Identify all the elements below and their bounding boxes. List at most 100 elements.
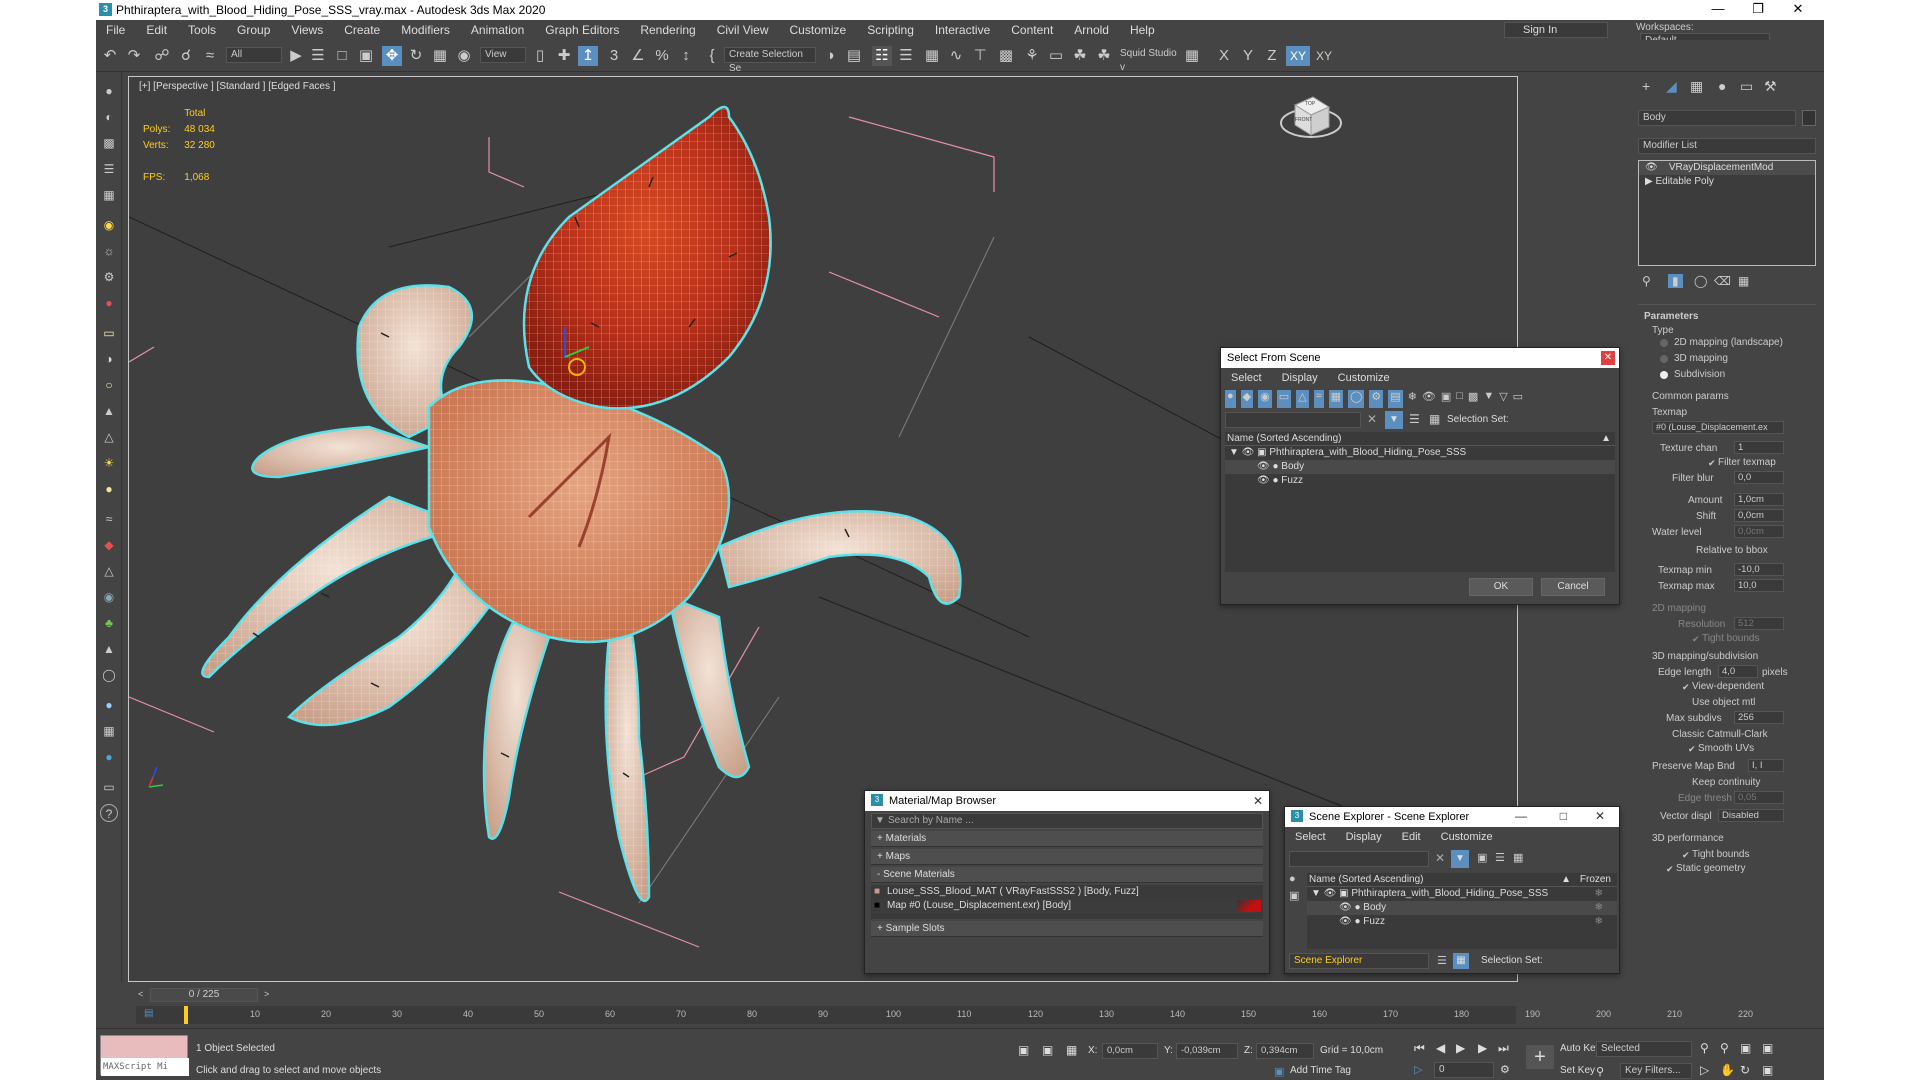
- display-all-icon[interactable]: ▣: [1441, 390, 1451, 408]
- mb-search-input[interactable]: ▼ Search by Name ...: [871, 813, 1263, 829]
- modify-tab-icon[interactable]: ◢: [1666, 78, 1677, 95]
- absolute-mode-icon[interactable]: ▦: [1066, 1043, 1077, 1057]
- menu-create[interactable]: Create: [334, 23, 391, 37]
- prev-frame-icon[interactable]: <: [138, 989, 143, 999]
- texmap-max-spinner[interactable]: 10,0: [1734, 579, 1784, 592]
- grid-icon[interactable]: ▦: [1182, 46, 1202, 66]
- menu-content[interactable]: Content: [1001, 23, 1064, 37]
- resolution-spinner[interactable]: 512: [1734, 617, 1784, 630]
- menu-tools[interactable]: Tools: [178, 23, 227, 37]
- shift-spinner[interactable]: 0,0cm: [1734, 509, 1784, 522]
- render-production-icon[interactable]: ☘: [1070, 46, 1090, 66]
- se-clear-icon[interactable]: ✕: [1435, 851, 1445, 865]
- squid-studio[interactable]: Squid Studio v: [1116, 47, 1178, 73]
- help-icon[interactable]: ?: [100, 804, 118, 822]
- mb-item-material[interactable]: ■ Louse_SSS_Blood_MAT ( VRayFastSSS2 ) [B…: [871, 885, 1263, 899]
- menu-edit[interactable]: Edit: [136, 23, 178, 37]
- window-crossing-icon[interactable]: ▣: [356, 46, 376, 66]
- keep-continuity-checkbox[interactable]: [1682, 779, 1690, 787]
- globe-icon[interactable]: ◉: [100, 588, 118, 606]
- maximize-icon[interactable]: ❐: [1738, 0, 1778, 18]
- se-name-field[interactable]: Scene Explorer: [1289, 953, 1429, 969]
- x-coord-field[interactable]: 0,0cm: [1102, 1043, 1158, 1059]
- maxscript-listener[interactable]: MAXScript Mi: [100, 1035, 189, 1076]
- key-mode-icon[interactable]: ▷: [1414, 1063, 1422, 1076]
- dome-icon[interactable]: ◑: [100, 350, 118, 368]
- group-filter-icon[interactable]: ▦: [1328, 390, 1344, 408]
- ref-coord-select[interactable]: View: [480, 47, 526, 63]
- link-icon[interactable]: ☍: [152, 46, 172, 66]
- lock-selection-icon[interactable]: ▣: [1042, 1043, 1053, 1057]
- proxy-icon[interactable]: ◆: [100, 536, 118, 554]
- display-tab-icon[interactable]: ▭: [1740, 78, 1753, 95]
- se-lock-icon[interactable]: ▣: [1477, 851, 1487, 864]
- curve-editor-icon[interactable]: ∿: [946, 46, 966, 66]
- se-layers-icon[interactable]: ☰: [1437, 954, 1447, 967]
- pin-stack-icon[interactable]: ⚲: [1642, 274, 1651, 288]
- filter-texmap-checkbox[interactable]: ✔: [1708, 459, 1716, 468]
- edit-named-sets-icon[interactable]: {: [702, 46, 722, 66]
- utilities-tab-icon[interactable]: ⚒: [1764, 78, 1777, 95]
- edge-thresh-spinner[interactable]: 0,05: [1734, 791, 1784, 804]
- scene-explorer-icon[interactable]: ☷: [872, 46, 892, 66]
- goto-start-icon[interactable]: ⏮: [1414, 1041, 1425, 1056]
- select-object-icon[interactable]: ▶: [286, 46, 306, 66]
- layers-icon[interactable]: ☰: [100, 160, 118, 178]
- isolate-icon[interactable]: ▣: [1018, 1043, 1029, 1057]
- unlink-icon[interactable]: ☌: [176, 46, 196, 66]
- se-row-body[interactable]: 👁 ● Body ❄: [1307, 901, 1617, 915]
- material-editor-icon[interactable]: ▩: [996, 46, 1016, 66]
- object-color-swatch[interactable]: [1802, 110, 1816, 126]
- current-frame-field[interactable]: 0: [1434, 1062, 1494, 1078]
- filter-blur-spinner[interactable]: 0,0: [1734, 471, 1784, 484]
- vector-displ-select[interactable]: Disabled: [1718, 809, 1784, 822]
- se-row-fuzz[interactable]: 👁 ● Fuzz ❄: [1307, 915, 1617, 929]
- named-selection-set[interactable]: Create Selection Se: [724, 47, 816, 74]
- relative-bbox-checkbox[interactable]: [1682, 547, 1690, 555]
- menu-rendering[interactable]: Rendering: [630, 23, 706, 37]
- se-minimize-icon[interactable]: —: [1515, 809, 1527, 823]
- show-end-result-icon[interactable]: ▮: [1668, 274, 1683, 288]
- se-menu-customize[interactable]: Customize: [1431, 831, 1503, 843]
- mb-section-materials[interactable]: + Materials: [871, 831, 1263, 847]
- selection-filter[interactable]: All: [226, 47, 282, 63]
- redo-icon[interactable]: ↷: [124, 46, 144, 66]
- menu-help[interactable]: Help: [1120, 23, 1166, 37]
- sfs-menu-select[interactable]: Select: [1221, 372, 1272, 384]
- key-selection-select[interactable]: Selected: [1596, 1041, 1692, 1057]
- se-search-input[interactable]: [1289, 851, 1429, 867]
- fur-icon[interactable]: ≈: [100, 510, 118, 528]
- keyboard-shortcut-icon[interactable]: ↥: [578, 46, 598, 66]
- se-link-icon[interactable]: ▦: [1513, 851, 1523, 864]
- hf-icon[interactable]: ▲: [100, 640, 118, 658]
- maxscript-input[interactable]: MAXScript Mi: [101, 1058, 189, 1076]
- ok-button[interactable]: OK: [1469, 578, 1533, 596]
- scene-icon[interactable]: ▩: [100, 134, 118, 152]
- axis-xy-button[interactable]: XY: [1286, 46, 1310, 66]
- se-layer-icon[interactable]: ▣: [1289, 889, 1307, 905]
- create-tab-icon[interactable]: +: [1642, 78, 1650, 94]
- key-filters-button[interactable]: Key Filters...: [1620, 1063, 1692, 1079]
- minimize-icon[interactable]: —: [1698, 0, 1738, 18]
- se-column-header[interactable]: Name (Sorted Ascending) Frozen ▲: [1307, 873, 1617, 887]
- tight-bounds-checkbox[interactable]: ✔: [1682, 851, 1690, 860]
- cancel-button[interactable]: Cancel: [1541, 578, 1605, 596]
- se-frozen-column[interactable]: Frozen: [1580, 873, 1611, 887]
- set-key-button[interactable]: Set Key: [1560, 1065, 1595, 1076]
- fov-icon[interactable]: ▷: [1700, 1063, 1709, 1077]
- mesh-icon[interactable]: △: [100, 562, 118, 580]
- menu-file[interactable]: File: [96, 23, 136, 37]
- light-filter-icon[interactable]: ◉: [1258, 390, 1272, 408]
- spiral-icon[interactable]: ◯: [100, 666, 118, 684]
- tree-row-fuzz[interactable]: 👁 ● Fuzz: [1225, 474, 1615, 488]
- menu-customize[interactable]: Customize: [780, 23, 858, 37]
- menu-views[interactable]: Views: [281, 23, 334, 37]
- time-slider[interactable]: 0 / 225: [150, 988, 258, 1002]
- schematic-icon[interactable]: ⊤: [970, 46, 990, 66]
- time-tag-icon[interactable]: ▣: [1274, 1065, 1284, 1078]
- probe-icon[interactable]: ▦: [100, 722, 118, 740]
- container-icon[interactable]: ▦: [100, 186, 118, 204]
- se-close-icon[interactable]: ✕: [1595, 809, 1605, 823]
- auto-key-button[interactable]: Auto Key: [1560, 1043, 1601, 1054]
- shape-filter-icon[interactable]: ◆: [1240, 390, 1254, 408]
